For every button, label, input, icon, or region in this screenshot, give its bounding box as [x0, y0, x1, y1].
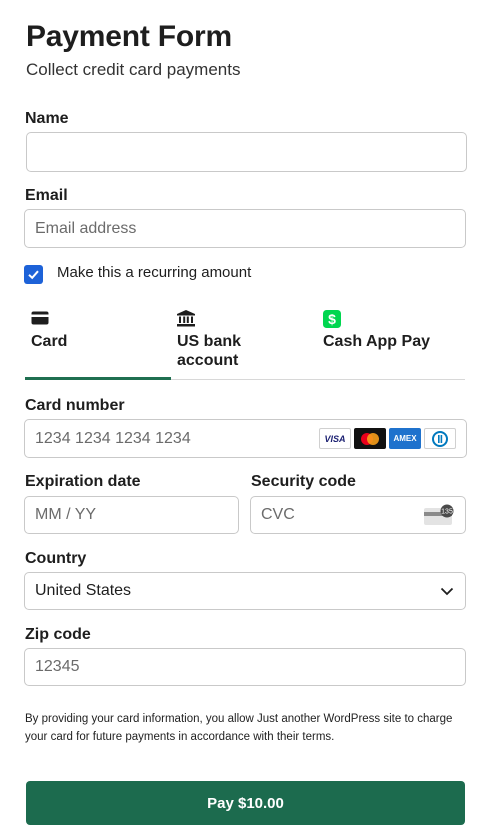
authorization-notice: By providing your card information, you …	[25, 713, 453, 743]
visa-icon: VISA	[319, 428, 351, 449]
page-title: Payment Form	[26, 20, 232, 53]
expiration-placeholder: MM / YY	[35, 506, 97, 523]
country-label: Country	[25, 550, 87, 567]
name-input[interactable]	[26, 132, 467, 172]
cash-app-icon: $	[323, 310, 341, 328]
chevron-down-icon	[440, 587, 454, 596]
email-placeholder: Email address	[35, 219, 137, 237]
tab-us-bank-label: US bank account	[177, 333, 242, 369]
mastercard-icon	[354, 428, 386, 449]
expiration-input[interactable]: MM / YY	[24, 496, 239, 534]
amex-text: AMEX	[393, 434, 417, 443]
country-value: United States	[35, 582, 132, 599]
recurring-checkbox[interactable]	[24, 265, 43, 284]
pay-button[interactable]: Pay $10.00	[26, 781, 465, 825]
email-input[interactable]: Email address	[24, 209, 466, 248]
credit-card-icon	[31, 311, 49, 325]
tab-card-label: Card	[31, 333, 68, 350]
checkmark-icon	[28, 270, 39, 280]
card-number-input[interactable]: 1234 1234 1234 1234 VISA AMEX	[24, 419, 467, 458]
page-subtitle: Collect credit card payments	[26, 60, 241, 79]
name-label: Name	[25, 110, 69, 127]
card-number-placeholder: 1234 1234 1234 1234	[35, 429, 191, 447]
zip-input[interactable]: 12345	[24, 648, 466, 686]
cvc-hint: 135	[441, 509, 453, 516]
visa-text: VISA	[324, 433, 346, 444]
diners-logo	[432, 430, 448, 447]
recurring-label[interactable]: Make this a recurring amount	[57, 264, 251, 281]
zip-label: Zip code	[25, 626, 91, 643]
tab-cash-app-label: Cash App Pay	[323, 333, 430, 350]
card-number-label: Card number	[25, 397, 125, 414]
tab-card[interactable]: Card	[25, 305, 171, 377]
amex-icon: AMEX	[389, 428, 421, 449]
email-label: Email	[25, 187, 68, 204]
tab-us-bank[interactable]: US bank account	[171, 305, 317, 377]
diners-icon	[424, 428, 456, 449]
bank-icon	[177, 310, 195, 327]
tab-cash-app[interactable]: $ Cash App Pay	[317, 305, 465, 377]
country-select[interactable]: United States	[24, 572, 466, 610]
tab-active-indicator	[25, 377, 171, 380]
security-code-label: Security code	[251, 473, 356, 490]
security-code-placeholder: CVC	[261, 506, 295, 523]
cvc-card-icon: 135	[424, 504, 454, 525]
security-code-input[interactable]: CVC 135	[250, 496, 466, 534]
card-brands: VISA AMEX	[319, 428, 456, 449]
svg-text:$: $	[328, 311, 336, 327]
mastercard-circles	[361, 432, 379, 445]
expiration-label: Expiration date	[25, 473, 141, 490]
zip-placeholder: 12345	[35, 658, 80, 675]
